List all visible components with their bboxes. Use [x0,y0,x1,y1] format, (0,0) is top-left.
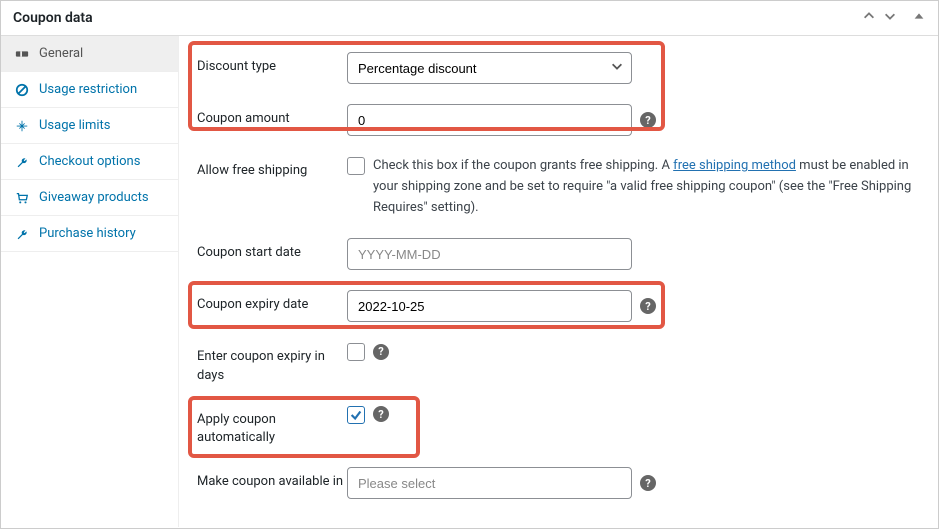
start-date-input[interactable] [347,238,632,270]
free-shipping-method-link[interactable]: free shipping method [673,158,796,173]
sidebar-item-general[interactable]: General [1,36,178,72]
row-free-shipping: Allow free shipping Check this box if th… [197,156,918,218]
help-icon[interactable]: ? [640,298,656,314]
row-available-in: Make coupon available in ? [197,467,918,499]
auto-apply-label: Apply coupon automatically [197,405,347,447]
sidebar: General Usage restriction Usage limits C… [1,36,179,527]
wrench-icon [15,227,29,241]
help-icon[interactable]: ? [640,112,656,128]
panel-body: General Usage restriction Usage limits C… [1,36,938,527]
sidebar-item-label: General [39,46,83,61]
expiry-date-input[interactable] [347,290,632,322]
sidebar-item-purchase-history[interactable]: Purchase history [1,216,178,252]
content-area: Discount type Coupon amount ? Allow free… [179,36,938,527]
free-shipping-label: Allow free shipping [197,156,347,180]
discount-type-label: Discount type [197,52,347,76]
help-icon[interactable]: ? [373,344,389,360]
available-in-label: Make coupon available in [197,467,347,491]
wrench-icon [15,155,29,169]
row-expiry-days: Enter coupon expiry in days ? [197,342,918,384]
sidebar-item-label: Purchase history [39,226,136,241]
ticket-icon [15,47,29,61]
expiry-date-label: Coupon expiry date [197,290,347,314]
sidebar-item-label: Checkout options [39,154,140,169]
sidebar-item-label: Usage limits [39,118,110,133]
help-icon[interactable]: ? [373,406,389,422]
discount-type-select[interactable] [347,52,632,84]
coupon-amount-label: Coupon amount [197,104,347,128]
move-up-icon[interactable] [862,9,876,23]
panel-title: Coupon data [13,10,93,26]
panel-header-controls [858,9,926,27]
ban-icon [15,83,29,97]
sidebar-item-usage-restriction[interactable]: Usage restriction [1,72,178,108]
start-date-label: Coupon start date [197,238,347,262]
move-down-icon[interactable] [883,9,897,23]
expiry-days-label: Enter coupon expiry in days [197,342,347,384]
row-expiry-date: Coupon expiry date ? [197,290,918,322]
panel-header: Coupon data [1,1,938,36]
row-auto-apply: Apply coupon automatically ? [197,405,918,447]
available-in-select[interactable] [347,467,632,499]
coupon-amount-input[interactable] [347,104,632,136]
row-discount-type: Discount type [197,52,918,84]
auto-apply-checkbox[interactable] [347,406,365,424]
collapse-icon[interactable] [912,9,926,23]
sidebar-item-giveaway-products[interactable]: Giveaway products [1,180,178,216]
row-start-date: Coupon start date [197,238,918,270]
sidebar-item-checkout-options[interactable]: Checkout options [1,144,178,180]
sidebar-item-usage-limits[interactable]: Usage limits [1,108,178,144]
sidebar-item-label: Giveaway products [39,190,149,205]
sidebar-item-label: Usage restriction [39,82,137,97]
help-icon[interactable]: ? [640,475,656,491]
row-coupon-amount: Coupon amount ? [197,104,918,136]
free-shipping-description: Check this box if the coupon grants free… [373,156,913,218]
cart-icon [15,191,29,205]
free-shipping-checkbox[interactable] [347,157,365,175]
expiry-days-checkbox[interactable] [347,343,365,361]
sliders-icon [15,119,29,133]
